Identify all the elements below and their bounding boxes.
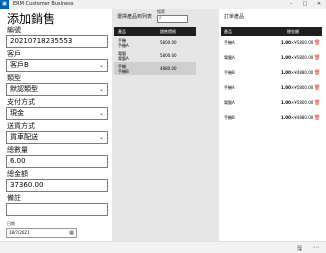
trash-icon[interactable]: 🗑 <box>314 54 320 62</box>
order-row[interactable]: 電腦A 1.00×¥5800.00 🗑 <box>221 54 322 62</box>
product-price: 5800.00 <box>160 40 177 45</box>
chevron-down-icon: ⌄ <box>98 62 104 69</box>
search-icon: ⌕ <box>159 15 162 21</box>
order-item-name: 手機B <box>224 115 235 120</box>
save-icon[interactable]: 🖫 <box>297 244 302 253</box>
notes-field[interactable] <box>6 203 108 216</box>
total-qty-field[interactable]: 6.00 <box>6 155 108 168</box>
trash-icon[interactable]: 🗑 <box>314 39 320 47</box>
chevron-down-icon: ⌄ <box>98 134 104 141</box>
product-list-title: 選擇產品到列表 <box>117 14 153 20</box>
customer-select[interactable]: 客戶B ⌄ <box>6 59 108 72</box>
order-item-price: ¥4880.00 <box>294 70 314 75</box>
order-item-name: 手機A <box>224 85 235 90</box>
id-label: 編號 <box>7 26 21 34</box>
order-item-qty: 1.00 <box>281 55 291 60</box>
order-item-price: ¥5800.00 <box>294 40 314 45</box>
product-price: 5800.00 <box>160 53 177 58</box>
order-item-qty: 1.00 <box>281 115 291 120</box>
order-item-amount: 1.00×¥5800.00 <box>281 40 314 45</box>
date-value: 18/7/2021 <box>9 230 30 235</box>
payment-label: 支付方式 <box>7 98 35 106</box>
trash-icon[interactable]: 🗑 <box>314 84 320 92</box>
total-amount-field[interactable]: 37360.00 <box>6 179 108 192</box>
command-bar: 🖫 ⋯ <box>0 241 326 253</box>
order-table-header: 產品 總金額 <box>221 27 322 36</box>
type-select[interactable]: 默認類型 ⌄ <box>6 83 108 96</box>
column-header-product: 產品 <box>224 29 232 34</box>
customer-label: 客戶 <box>7 50 21 58</box>
search-label: 搜索 <box>157 9 165 14</box>
maximize-button[interactable]: □ <box>298 0 312 9</box>
total-qty-label: 總數量 <box>7 146 28 154</box>
window-title: ERM Customer Business <box>13 1 74 7</box>
shipping-label: 送貨方式 <box>7 122 35 130</box>
shipping-value: 貨車配送 <box>10 133 38 141</box>
order-item-qty: 1.00 <box>281 40 291 45</box>
order-item-name: 手機A <box>224 40 235 45</box>
order-row[interactable]: 手機A 1.00×¥5800.00 🗑 <box>221 39 322 47</box>
order-item-amount: 1.00×¥5800.00 <box>281 55 314 60</box>
order-item-price: ¥5800.00 <box>294 55 314 60</box>
product-name: 手機A <box>118 43 129 48</box>
order-row[interactable]: 電腦A 1.00×¥5800.00 🗑 <box>221 99 322 107</box>
date-picker[interactable]: 18/7/2021 ▦ <box>6 228 77 238</box>
order-item-qty: 1.00 <box>281 85 291 90</box>
order-item-name: 手機B <box>224 70 235 75</box>
notes-label: 備註 <box>7 194 21 202</box>
title-bar: ▣ ERM Customer Business – □ ✕ <box>0 0 326 9</box>
payment-value: 現金 <box>10 109 24 117</box>
type-value: 默認類型 <box>10 85 38 93</box>
date-label: 日期 <box>7 221 15 226</box>
shipping-select[interactable]: 貨車配送 ⌄ <box>6 131 108 144</box>
product-row[interactable]: 電腦 電腦A 5800.00 <box>114 49 196 62</box>
type-label: 類型 <box>7 74 21 82</box>
order-item-qty: 1.00 <box>281 70 291 75</box>
order-item-amount: 1.00×¥4880.00 <box>281 70 314 75</box>
order-item-amount: 1.00×¥5800.00 <box>281 100 314 105</box>
order-item-amount: 1.00×¥4880.00 <box>281 115 314 120</box>
product-selection-pane: 選擇產品到列表 搜索 ⌕ 產品 銷售價格 手機 手機A 5800.00 電腦 電… <box>112 9 219 241</box>
product-name: 電腦A <box>118 56 129 61</box>
order-item-price: ¥5800.00 <box>294 85 314 90</box>
page-title: 添加銷售 <box>7 12 56 26</box>
order-item-name: 電腦A <box>224 55 235 60</box>
trash-icon[interactable]: 🗑 <box>314 69 320 77</box>
more-icon[interactable]: ⋯ <box>313 244 319 251</box>
column-header-total: 總金額 <box>287 29 299 34</box>
product-row[interactable]: 手機 手機A 5800.00 <box>114 36 196 49</box>
customer-value: 客戶B <box>10 61 29 69</box>
order-item-amount: 1.00×¥5800.00 <box>281 85 314 90</box>
product-table-header: 產品 銷售價格 <box>114 27 196 36</box>
total-amount-label: 總金額 <box>7 170 28 178</box>
chevron-down-icon: ⌄ <box>98 110 104 117</box>
order-item-price: ¥5800.00 <box>294 100 314 105</box>
payment-select[interactable]: 現金 ⌄ <box>6 107 108 120</box>
order-item-name: 電腦A <box>224 100 235 105</box>
product-row-selected[interactable]: 手機 手機B 4880.00 <box>114 62 196 75</box>
sale-form: 添加銷售 編號 20210718235553 客戶 客戶B ⌄ 類型 默認類型 … <box>0 9 112 241</box>
order-row[interactable]: 手機B 1.00×¥4880.00 🗑 <box>221 69 322 77</box>
order-products-pane: 訂單產品 產品 總金額 手機A 1.00×¥5800.00 🗑 電腦A 1.00… <box>219 9 326 241</box>
product-name: 手機B <box>118 69 129 74</box>
order-row[interactable]: 手機A 1.00×¥5800.00 🗑 <box>221 84 322 92</box>
trash-icon[interactable]: 🗑 <box>314 114 320 122</box>
product-price: 4880.00 <box>160 66 177 71</box>
order-list-title: 訂單產品 <box>224 14 245 20</box>
order-row[interactable]: 手機B 1.00×¥4880.00 🗑 <box>221 114 322 122</box>
order-item-qty: 1.00 <box>281 100 291 105</box>
trash-icon[interactable]: 🗑 <box>314 99 320 107</box>
column-header-price: 銷售價格 <box>160 29 176 34</box>
order-item-price: ¥4880.00 <box>294 115 314 120</box>
column-header-product: 產品 <box>118 29 126 34</box>
calendar-icon: ▦ <box>69 230 74 236</box>
app-icon: ▣ <box>0 0 9 9</box>
search-input[interactable]: ⌕ <box>157 15 188 23</box>
chevron-down-icon: ⌄ <box>98 86 104 93</box>
id-field[interactable]: 20210718235553 <box>6 35 108 48</box>
close-button[interactable]: ✕ <box>312 0 326 9</box>
minimize-button[interactable]: – <box>284 0 298 9</box>
